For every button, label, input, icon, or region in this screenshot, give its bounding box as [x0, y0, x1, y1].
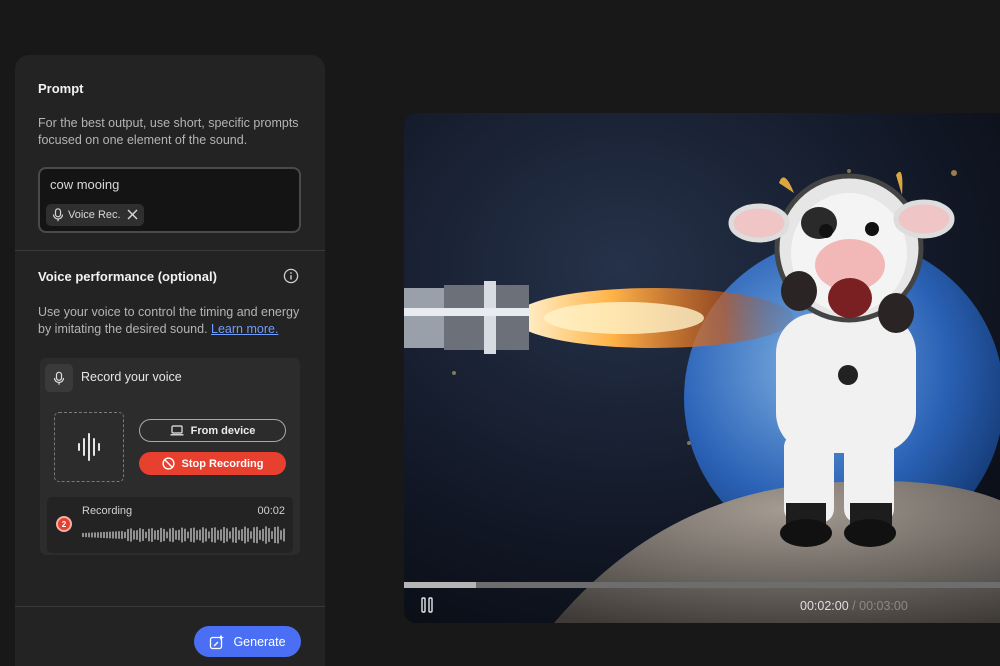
record-voice-title: Record your voice	[81, 370, 182, 384]
video-frame-image	[404, 113, 1000, 623]
sound-settings-panel: Prompt For the best output, use short, s…	[15, 55, 325, 666]
info-icon[interactable]	[283, 268, 299, 284]
prompt-heading: Prompt	[38, 81, 84, 96]
audio-drop-zone[interactable]	[54, 412, 124, 482]
microphone-icon	[52, 208, 64, 222]
video-time-readout: 00:02:00 / 00:03:00	[800, 599, 908, 613]
learn-more-link[interactable]: Learn more.	[211, 322, 278, 336]
stop-recording-label: Stop Recording	[181, 457, 264, 470]
prompt-help-text: For the best output, use short, specific…	[38, 116, 299, 147]
from-device-label: From device	[190, 424, 256, 437]
video-progress-fill	[404, 582, 476, 588]
recording-badge: 2	[56, 516, 72, 532]
prompt-input[interactable]: cow mooing Voice Rec.	[38, 167, 301, 233]
recording-label: Recording	[82, 505, 133, 517]
record-mic-button[interactable]	[45, 364, 73, 392]
footer-divider	[15, 606, 325, 607]
waveform-icon	[78, 433, 100, 461]
microphone-icon	[53, 371, 65, 385]
generate-button[interactable]: Generate	[194, 626, 301, 657]
time-separator: /	[852, 599, 856, 613]
record-voice-card: Record your voice From device Stop Recor…	[40, 358, 300, 555]
voice-help-text: Use your voice to control the timing and…	[38, 304, 310, 338]
generate-sparkle-icon	[210, 634, 225, 649]
video-progress-bar[interactable]	[404, 582, 1000, 588]
voice-rec-chip-label: Voice Rec.	[68, 209, 121, 221]
voice-performance-heading: Voice performance (optional)	[38, 269, 217, 284]
generate-label: Generate	[233, 634, 286, 649]
stop-recording-button[interactable]: Stop Recording	[139, 452, 286, 475]
recording-waveform	[82, 526, 285, 544]
laptop-icon	[170, 425, 184, 436]
current-time: 00:02:00	[800, 599, 849, 613]
video-player[interactable]: 00:02:00 / 00:03:00	[404, 113, 1000, 623]
pause-icon[interactable]	[420, 597, 434, 613]
total-time: 00:03:00	[859, 599, 908, 613]
prompt-input-text[interactable]: cow mooing	[50, 177, 119, 192]
close-icon[interactable]	[127, 209, 138, 220]
recording-item: 2 Recording 00:02	[47, 497, 293, 553]
stop-icon	[161, 457, 175, 470]
section-divider	[15, 250, 325, 251]
voice-rec-chip[interactable]: Voice Rec.	[46, 204, 144, 226]
recording-time: 00:02	[257, 505, 285, 517]
from-device-button[interactable]: From device	[139, 419, 286, 442]
